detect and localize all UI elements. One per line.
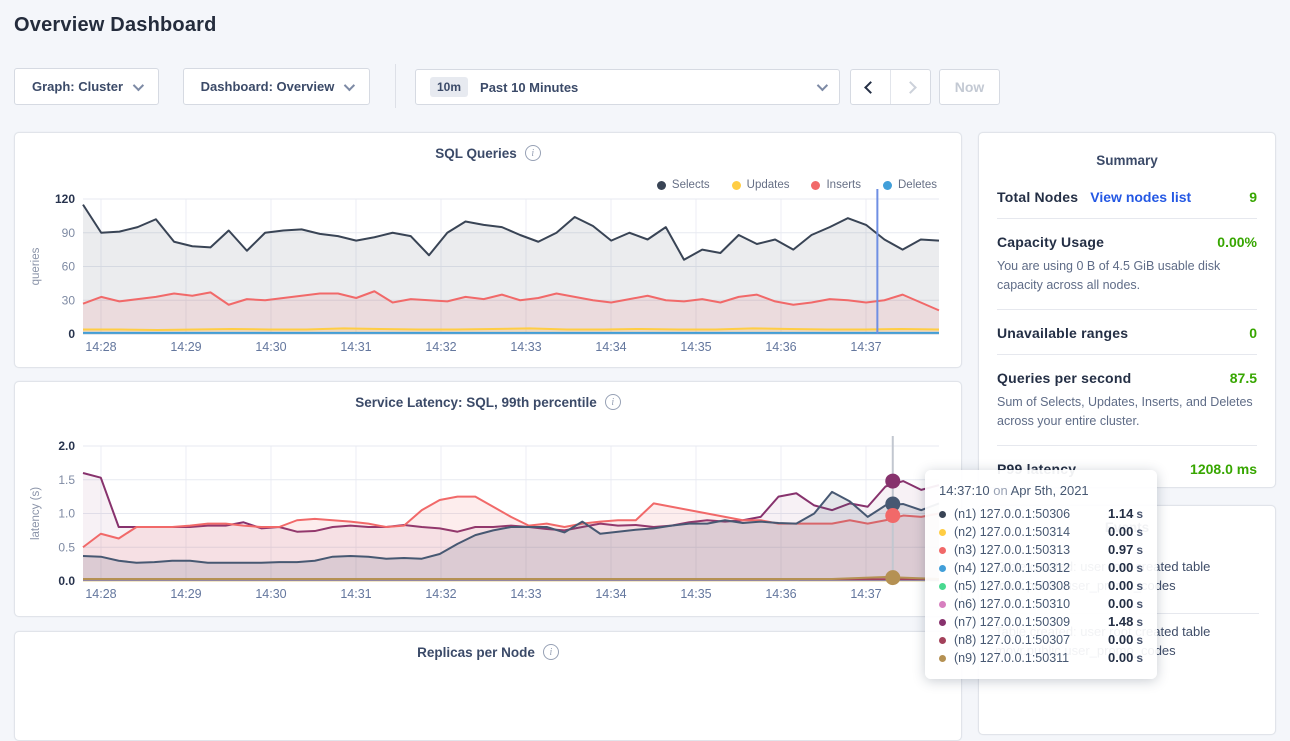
series-dot-icon [939,583,946,590]
chevron-left-icon [864,81,877,94]
svg-text:14:32: 14:32 [425,587,456,601]
service-latency-panel: Service Latency: SQL, 99th percentile i … [14,381,962,617]
svg-text:60: 60 [62,260,76,274]
tooltip-row: (n5) 127.0.0.1:503080.00s [939,577,1143,595]
time-forward-button[interactable] [890,70,930,104]
overview-dashboard-page: { "page": { "title": "Overview Dashboard… [0,0,1290,689]
qps-value: 87.5 [1230,370,1257,386]
svg-text:14:35: 14:35 [680,587,711,601]
time-range-dropdown[interactable]: 10m Past 10 Minutes [415,69,840,105]
tooltip-row: (n4) 127.0.0.1:503120.00s [939,559,1143,577]
svg-text:14:29: 14:29 [170,340,201,354]
unavailable-ranges-value: 0 [1249,325,1257,341]
series-dot-icon [939,619,946,626]
unavailable-ranges-label: Unavailable ranges [997,325,1128,341]
series-dot-icon [939,547,946,554]
summary-row-unavailable-ranges: Unavailable ranges 0 [997,310,1257,355]
series-dot-icon [939,655,946,662]
dashboard-dropdown[interactable]: Dashboard: Overview [183,68,370,105]
series-dot-icon [939,601,946,608]
capacity-usage-value: 0.00% [1217,234,1257,250]
tooltip-row: (n6) 127.0.0.1:503100.00s [939,595,1143,613]
tooltip-row: (n1) 127.0.0.1:503061.14s [939,505,1143,523]
summary-title: Summary [997,153,1257,168]
capacity-usage-description: You are using 0 B of 4.5 GiB usable disk… [997,257,1257,296]
p99-latency-value: 1208.0 ms [1190,461,1257,477]
sql-queries-panel: SQL Queries i SelectsUpdatesInsertsDelet… [14,132,962,368]
qps-label: Queries per second [997,370,1131,386]
series-dot-icon [939,565,946,572]
total-nodes-label: Total Nodes [997,189,1078,205]
time-step-buttons [850,69,931,105]
svg-text:14:34: 14:34 [595,587,626,601]
svg-text:0: 0 [68,327,75,341]
summary-row-total-nodes: Total Nodes View nodes list 9 [997,174,1257,219]
svg-text:latency (s): latency (s) [30,487,42,540]
svg-text:14:36: 14:36 [765,587,796,601]
total-nodes-value: 9 [1249,189,1257,205]
tooltip-row: (n8) 127.0.0.1:503070.00s [939,631,1143,649]
summary-row-qps: Queries per second 87.5 Sum of Selects, … [997,355,1257,446]
summary-panel: Summary Total Nodes View nodes list 9 Ca… [978,132,1276,488]
tooltip-row: (n9) 127.0.0.1:503110.00s [939,649,1143,667]
tooltip-row: (n3) 127.0.0.1:503130.97s [939,541,1143,559]
chart-hover-tooltip: 14:37:10 on Apr 5th, 2021 (n1) 127.0.0.1… [925,470,1157,679]
svg-text:14:31: 14:31 [340,340,371,354]
svg-text:14:33: 14:33 [510,340,541,354]
svg-text:2.0: 2.0 [58,439,75,453]
svg-text:14:30: 14:30 [255,340,286,354]
graph-dropdown-label: Graph: Cluster [32,79,123,94]
svg-text:14:30: 14:30 [255,587,286,601]
svg-text:14:33: 14:33 [510,587,541,601]
svg-text:14:34: 14:34 [595,340,626,354]
chevron-down-icon [817,80,828,91]
svg-text:0.5: 0.5 [58,540,75,554]
svg-text:90: 90 [62,226,76,240]
dashboard-dropdown-label: Dashboard: Overview [201,79,335,94]
summary-row-capacity: Capacity Usage 0.00% You are using 0 B o… [997,219,1257,310]
qps-description: Sum of Selects, Updates, Inserts, and De… [997,393,1257,432]
svg-text:14:32: 14:32 [425,340,456,354]
replicas-per-node-title: Replicas per Node [417,645,535,660]
series-dot-icon [939,529,946,536]
replicas-per-node-panel: Replicas per Node i [14,631,962,741]
svg-text:14:29: 14:29 [170,587,201,601]
time-range-badge: 10m [430,77,468,97]
svg-text:1.5: 1.5 [58,473,75,487]
svg-text:14:37: 14:37 [850,340,881,354]
toolbar-divider [395,64,396,108]
tooltip-row: (n2) 127.0.0.1:503140.00s [939,523,1143,541]
svg-text:14:28: 14:28 [85,340,116,354]
svg-text:queries: queries [30,247,42,285]
series-dot-icon [939,511,946,518]
page-title: Overview Dashboard [14,14,217,37]
service-latency-chart[interactable]: 0.0 0.5 1.0 1.5 2.0 latency (s) 14:28 14:29 14:3… [15,382,963,616]
capacity-usage-label: Capacity Usage [997,234,1104,250]
svg-text:1.0: 1.0 [58,507,75,521]
chevron-down-icon [133,79,144,90]
now-button[interactable]: Now [939,69,1000,105]
series-dot-icon [939,637,946,644]
svg-text:14:37: 14:37 [850,587,881,601]
svg-text:120: 120 [55,192,75,206]
time-back-button[interactable] [851,70,890,104]
chevron-right-icon [904,81,917,94]
chevron-down-icon [344,79,355,90]
svg-text:14:31: 14:31 [340,587,371,601]
svg-text:14:28: 14:28 [85,587,116,601]
time-range-label: Past 10 Minutes [480,80,578,95]
sql-queries-chart[interactable]: 0 30 60 90 120 queries 14:28 14:29 14:30 14:31 14:… [15,133,963,367]
view-nodes-list-link[interactable]: View nodes list [1090,189,1191,205]
svg-text:0.0: 0.0 [58,574,75,588]
info-icon[interactable]: i [543,644,559,660]
svg-text:14:36: 14:36 [765,340,796,354]
tooltip-row: (n7) 127.0.0.1:503091.48s [939,613,1143,631]
tooltip-timestamp: 14:37:10 on Apr 5th, 2021 [939,483,1143,498]
svg-text:14:35: 14:35 [680,340,711,354]
svg-text:30: 30 [62,293,76,307]
graph-dropdown[interactable]: Graph: Cluster [14,68,159,105]
